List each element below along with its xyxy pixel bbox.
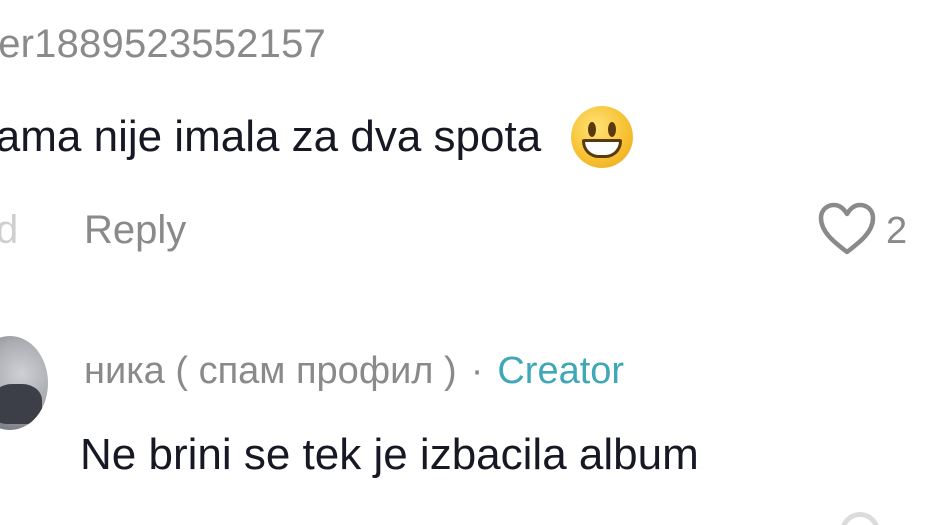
comment-username[interactable]: ника ( спам профил ) — [84, 350, 457, 393]
comment-timestamp: d — [0, 208, 19, 252]
reply-button[interactable]: Reply — [84, 208, 186, 253]
creator-badge: Creator — [497, 350, 625, 392]
comment-thread: ser1889523552157 lama nije imala za dva … — [0, 0, 930, 525]
comment-header: ника ( спам профил ) · Creator — [84, 350, 624, 393]
partial-heart-icon — [840, 512, 880, 525]
avatar[interactable] — [0, 336, 48, 430]
comment-text: Ne brini se tek je izbacila album — [80, 430, 699, 479]
comment-text: lama nije imala za dva spota — [0, 112, 542, 161]
comment-username[interactable]: ser1889523552157 — [0, 22, 326, 67]
separator-dot: · — [470, 350, 484, 392]
heart-icon — [816, 200, 878, 263]
like-count: 2 — [886, 210, 908, 252]
like-button[interactable]: 2 — [816, 200, 907, 263]
grinning-face-emoji-icon — [571, 106, 634, 168]
comment-body: lama nije imala za dva spota — [0, 106, 634, 168]
